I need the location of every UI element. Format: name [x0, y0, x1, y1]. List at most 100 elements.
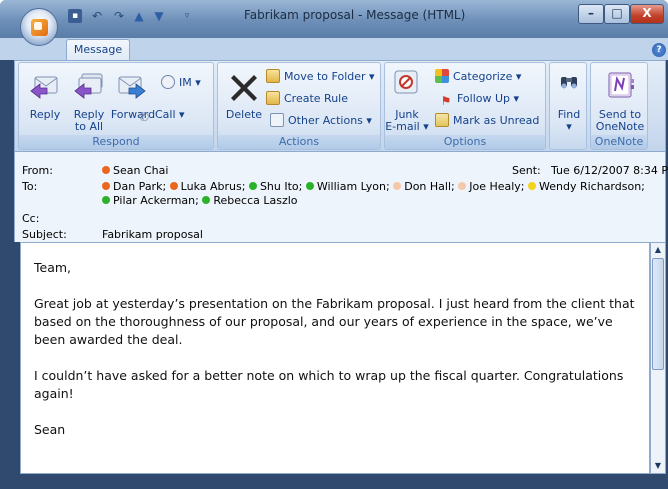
create-rule-icon: [266, 91, 280, 105]
mark-as-unread-icon: [435, 113, 449, 127]
delete-button[interactable]: Delete: [222, 67, 266, 131]
window-bottom-border: [0, 474, 668, 489]
presence-icon: [248, 182, 257, 190]
delete-label: Delete: [225, 108, 263, 121]
im-icon: [161, 75, 175, 89]
from-label: From:: [22, 164, 53, 177]
previous-item-icon[interactable]: ▲: [132, 9, 146, 23]
scroll-thumb[interactable]: [652, 258, 664, 370]
presence-icon: [458, 182, 467, 190]
group-respond-label: Respond: [19, 135, 213, 149]
group-respond: Reply Reply to All Forward IM ▾ ✆ Call ▾ …: [18, 62, 214, 150]
group-onenote: Send to OneNote OneNote: [590, 62, 648, 150]
binoculars-icon: [561, 77, 577, 89]
office-button[interactable]: [20, 8, 58, 46]
presence-icon: [102, 196, 110, 204]
sender-name: Sean Chai: [113, 164, 169, 177]
outlook-message-window: ▪ ↶ ↷ ▲ ▼ ▿ Fabrikam proposal - Message …: [0, 0, 668, 489]
mark-as-unread-label: Mark as Unread: [453, 114, 540, 127]
junk-email-icon: [394, 70, 418, 94]
paragraph-1: Great job at yesterday’s presentation on…: [34, 296, 635, 347]
create-rule-button[interactable]: Create Rule: [266, 91, 348, 107]
recipient-name: Pilar Ackerman;: [113, 194, 199, 207]
recipient-name: Shu Ito;: [259, 180, 303, 193]
presence-icon: [305, 182, 314, 190]
presence-icon: [528, 182, 537, 190]
recipient-name: Rebecca Laszlo: [213, 194, 298, 207]
recipient[interactable]: Joe Healy;: [458, 180, 525, 193]
office-logo-icon: [31, 19, 48, 36]
recipient[interactable]: Pilar Ackerman;: [102, 194, 199, 207]
presence-icon: [393, 182, 402, 190]
reply-button[interactable]: Reply: [23, 67, 67, 131]
minimize-button[interactable]: –: [578, 4, 604, 24]
follow-up-button[interactable]: ⚑ Follow Up ▾: [439, 91, 520, 108]
im-label: IM ▾: [179, 76, 201, 89]
scroll-down-icon[interactable]: ▼: [652, 460, 664, 472]
recipient[interactable]: William Lyon;: [305, 180, 390, 193]
find-dropdown-icon: ▾: [566, 120, 572, 133]
to-recipients-line2: Pilar Ackerman; Rebecca Laszlo: [102, 194, 298, 207]
message-text: Team, Great job at yesterday’s presentat…: [34, 259, 644, 439]
reply-all-button[interactable]: Reply to All: [69, 67, 109, 133]
categorize-label: Categorize ▾: [453, 70, 522, 83]
recipient-name: Luka Abrus;: [180, 180, 246, 193]
categorize-button[interactable]: Categorize ▾: [435, 69, 521, 85]
follow-up-label: Follow Up ▾: [457, 92, 520, 105]
group-find: Find ▾: [549, 62, 587, 150]
recipient-name: Wendy Richardson;: [539, 180, 645, 193]
subject-label: Subject:: [22, 228, 67, 241]
next-item-icon[interactable]: ▼: [152, 9, 166, 23]
tab-message[interactable]: Message: [66, 39, 130, 61]
recipient[interactable]: Wendy Richardson;: [528, 180, 645, 193]
categorize-icon: [435, 69, 449, 83]
scroll-up-icon[interactable]: ▲: [652, 244, 664, 256]
from-sender[interactable]: Sean Chai: [102, 164, 168, 177]
reply-all-icon: [74, 73, 103, 99]
to-recipients-line1: Dan Park; Luka Abrus; Shu Ito; William L…: [102, 180, 645, 193]
forward-icon: [118, 76, 146, 99]
move-to-folder-button[interactable]: Move to Folder ▾: [266, 69, 375, 85]
recipient[interactable]: Shu Ito;: [248, 180, 303, 193]
group-actions-label: Actions: [218, 135, 380, 149]
save-icon[interactable]: ▪: [68, 9, 82, 23]
send-to-onenote-button[interactable]: Send to OneNote: [593, 67, 647, 133]
call-button[interactable]: ✆ Call ▾: [137, 107, 185, 124]
recipient[interactable]: Dan Park;: [102, 180, 166, 193]
reply-all-label-2: to All: [74, 120, 104, 133]
im-button[interactable]: IM ▾: [161, 75, 201, 91]
presence-icon: [169, 182, 178, 190]
recipient-name: Dan Park;: [113, 180, 167, 193]
junk-label-2: E-mail ▾: [385, 120, 429, 133]
onenote-icon: [608, 72, 634, 98]
maximize-button[interactable]: □: [604, 4, 630, 24]
close-button[interactable]: X: [630, 4, 664, 24]
help-icon[interactable]: ?: [652, 43, 666, 57]
redo-icon[interactable]: ↷: [112, 9, 126, 23]
mark-as-unread-button[interactable]: Mark as Unread: [435, 113, 539, 129]
phone-icon: ✆: [138, 110, 150, 124]
reply-label: Reply: [29, 108, 61, 121]
recipient-name: William Lyon;: [316, 180, 390, 193]
recipient[interactable]: Luka Abrus;: [169, 180, 246, 193]
flag-icon: ⚑: [440, 94, 452, 108]
recipient[interactable]: Don Hall;: [393, 180, 455, 193]
recipient[interactable]: Rebecca Laszlo: [202, 194, 298, 207]
other-actions-label: Other Actions ▾: [288, 114, 372, 127]
sign-off: Sean: [34, 422, 66, 437]
sent-timestamp: Tue 6/12/2007 8:34 PM: [551, 164, 668, 177]
presence-icon: [102, 182, 110, 190]
undo-icon[interactable]: ↶: [90, 9, 104, 23]
greeting: Team,: [34, 260, 72, 275]
other-actions-button[interactable]: Other Actions ▾: [270, 113, 372, 129]
find-button[interactable]: Find ▾: [550, 67, 588, 145]
paragraph-2: I couldn’t have asked for a better note …: [34, 368, 624, 401]
junk-email-button[interactable]: Junk E-mail ▾: [385, 67, 429, 133]
customize-toolbar-icon[interactable]: ▿: [180, 9, 194, 23]
sent-label: Sent:: [512, 164, 541, 177]
recipient-name: Don Hall;: [404, 180, 455, 193]
delete-icon: [231, 75, 257, 101]
send-to-label-2: OneNote: [595, 120, 645, 133]
group-options: Junk E-mail ▾ Categorize ▾ ⚑ Follow Up ▾ …: [384, 62, 546, 150]
subject-value: Fabrikam proposal: [102, 228, 203, 241]
